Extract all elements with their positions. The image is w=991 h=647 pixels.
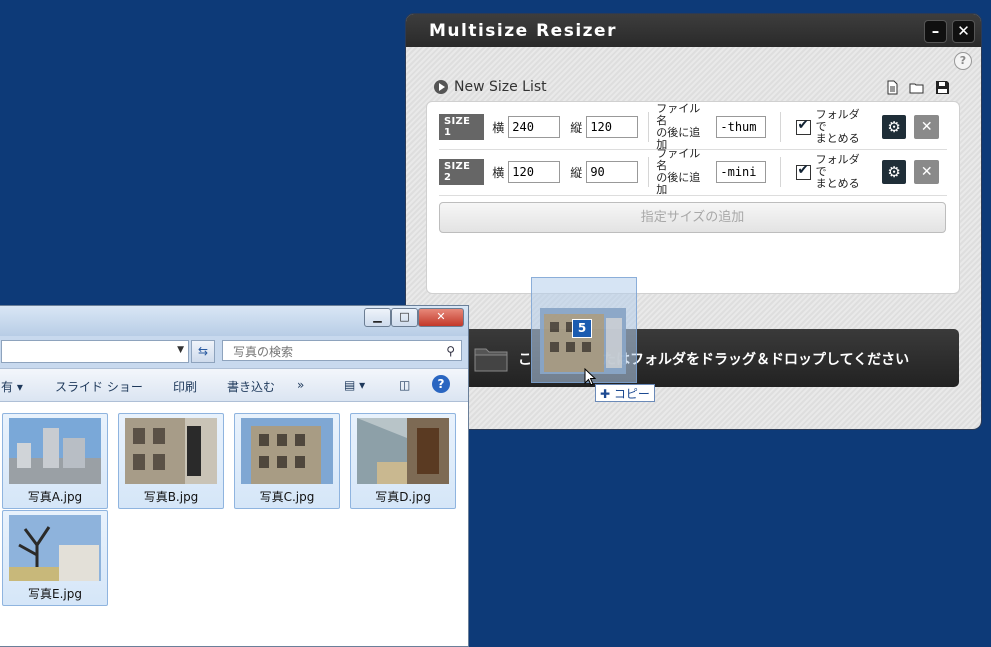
help-icon[interactable]: ? bbox=[432, 375, 450, 393]
drop-zone[interactable]: こ たはフォルダをドラッグ＆ドロップしてください bbox=[416, 329, 959, 387]
file-name: 写真C.jpg bbox=[259, 490, 315, 504]
dropdown-arrow-icon[interactable]: ▼ bbox=[177, 345, 184, 355]
size-row-1: SIZE 1 横 縦 ファイル名 の後に追加 フォルダで まとめる ⚙ ✕ bbox=[439, 103, 947, 151]
close-button[interactable]: ✕ bbox=[952, 20, 975, 43]
group-folder-checkbox[interactable] bbox=[796, 162, 811, 180]
file-name: 写真A.jpg bbox=[27, 490, 83, 504]
file-name: 写真B.jpg bbox=[143, 490, 199, 504]
height-label: 縦 bbox=[570, 120, 583, 135]
explorer-window: ▁ □ ✕ ▼ ⇆ ⚲ 有 ▾ スライド ショー 印刷 書き込む » ▤ ▾ ◫… bbox=[0, 305, 469, 647]
minimize-button[interactable]: ▁ bbox=[364, 308, 391, 327]
group-folder-label: フォルダで まとめる bbox=[816, 109, 868, 145]
explorer-toolbar: 有 ▾ スライド ショー 印刷 書き込む » ▤ ▾ ◫ ? bbox=[0, 368, 468, 402]
height-input[interactable] bbox=[586, 161, 639, 183]
file-list: 写真A.jpg 写真B.jpg 写真C.jpg 写真D.jpg 写真E.jpg bbox=[0, 402, 468, 646]
folder-icon bbox=[474, 348, 508, 372]
section-header: New Size List bbox=[434, 78, 547, 96]
copy-label: コピー bbox=[613, 387, 650, 401]
size-list-panel: SIZE 1 横 縦 ファイル名 の後に追加 フォルダで まとめる ⚙ ✕ SI… bbox=[426, 101, 960, 294]
file-item[interactable]: 写真A.jpg bbox=[2, 413, 108, 509]
folder-label-line1: フォルダで bbox=[815, 153, 860, 178]
plus-icon: ✚ bbox=[600, 387, 611, 401]
folder-label-line2: まとめる bbox=[815, 177, 860, 190]
file-item[interactable]: 写真E.jpg bbox=[2, 510, 108, 606]
divider bbox=[780, 157, 782, 187]
multisize-resizer-window: Multisize Resizer – ✕ ? New Size List SI… bbox=[406, 14, 981, 429]
play-circle-icon bbox=[434, 80, 448, 94]
app-title: Multisize Resizer bbox=[429, 21, 617, 41]
photo-thumbnail bbox=[9, 418, 101, 484]
open-folder-icon[interactable] bbox=[909, 80, 924, 95]
suffix-label-line1: ファイル名 bbox=[656, 147, 701, 172]
photo-thumbnail bbox=[357, 418, 449, 484]
group-folder-checkbox[interactable] bbox=[796, 117, 811, 135]
size-row-2: SIZE 2 横 縦 ファイル名 の後に追加 フォルダで まとめる ⚙ ✕ bbox=[439, 148, 947, 196]
folder-label-line2: まとめる bbox=[815, 132, 860, 145]
row-divider bbox=[439, 195, 947, 196]
view-options-icon[interactable]: ▤ ▾ bbox=[344, 378, 365, 392]
file-item[interactable]: 写真C.jpg bbox=[234, 413, 340, 509]
divider bbox=[648, 157, 650, 187]
explorer-titlebar[interactable]: ▁ □ ✕ bbox=[0, 306, 468, 336]
close-button[interactable]: ✕ bbox=[418, 308, 464, 327]
file-item[interactable]: 写真D.jpg bbox=[350, 413, 456, 509]
width-input[interactable] bbox=[508, 116, 561, 138]
remove-size-button[interactable]: ✕ bbox=[914, 160, 939, 184]
address-bar[interactable]: ▼ bbox=[1, 340, 189, 363]
drop-text-right: たはフォルダをドラッグ＆ドロップしてください bbox=[602, 352, 910, 368]
toolbar-burn[interactable]: 書き込む bbox=[227, 378, 275, 395]
maximize-button[interactable]: □ bbox=[391, 308, 418, 327]
divider bbox=[648, 112, 650, 142]
suffix-label: ファイル名 の後に追加 bbox=[656, 148, 708, 196]
suffix-label-line1: ファイル名 bbox=[656, 102, 701, 127]
new-doc-icon[interactable] bbox=[885, 80, 900, 95]
search-icon[interactable]: ⚲ bbox=[446, 344, 455, 358]
file-item[interactable]: 写真B.jpg bbox=[118, 413, 224, 509]
suffix-label-line2: の後に追加 bbox=[656, 171, 701, 196]
settings-gear-button[interactable]: ⚙ bbox=[881, 160, 907, 184]
suffix-input[interactable] bbox=[716, 116, 767, 138]
toolbar-share[interactable]: 有 ▾ bbox=[1, 378, 23, 395]
height-input[interactable] bbox=[586, 116, 639, 138]
drop-text-left: こ bbox=[518, 352, 532, 368]
folder-label-line1: フォルダで bbox=[815, 108, 860, 133]
search-input[interactable] bbox=[231, 344, 435, 360]
preview-pane-icon[interactable]: ◫ bbox=[399, 378, 410, 392]
photo-thumbnail bbox=[125, 418, 217, 484]
width-label: 横 bbox=[492, 120, 505, 135]
settings-gear-button[interactable]: ⚙ bbox=[881, 115, 907, 139]
copy-tooltip: ✚ コピー bbox=[595, 384, 655, 402]
remove-size-button[interactable]: ✕ bbox=[914, 115, 939, 139]
toolbar-slideshow[interactable]: スライド ショー bbox=[55, 378, 143, 395]
save-icon[interactable] bbox=[935, 80, 950, 95]
height-label: 縦 bbox=[570, 165, 583, 180]
file-name: 写真D.jpg bbox=[375, 490, 431, 504]
divider bbox=[780, 112, 782, 142]
search-box[interactable]: ⚲ bbox=[222, 340, 462, 361]
suffix-input[interactable] bbox=[716, 161, 767, 183]
width-label: 横 bbox=[492, 165, 505, 180]
photo-thumbnail bbox=[9, 515, 101, 581]
toolbar-more[interactable]: » bbox=[297, 378, 304, 392]
group-folder-label: フォルダで まとめる bbox=[816, 154, 868, 190]
suffix-label: ファイル名 の後に追加 bbox=[656, 103, 708, 151]
size-badge: SIZE 1 bbox=[439, 114, 485, 140]
add-size-button[interactable]: 指定サイズの追加 bbox=[439, 202, 946, 233]
drag-thumbnail bbox=[540, 308, 626, 374]
minimize-button[interactable]: – bbox=[924, 20, 947, 43]
file-name: 写真E.jpg bbox=[28, 587, 82, 601]
help-icon[interactable]: ? bbox=[954, 52, 972, 70]
resizer-titlebar[interactable]: Multisize Resizer – ✕ bbox=[406, 14, 981, 47]
drag-count-badge: 5 bbox=[572, 319, 592, 338]
refresh-icon[interactable]: ⇆ bbox=[191, 340, 215, 363]
photo-thumbnail bbox=[241, 418, 333, 484]
toolbar-print[interactable]: 印刷 bbox=[173, 378, 197, 395]
size-badge: SIZE 2 bbox=[439, 159, 485, 185]
width-input[interactable] bbox=[508, 161, 561, 183]
section-label: New Size List bbox=[454, 79, 547, 95]
